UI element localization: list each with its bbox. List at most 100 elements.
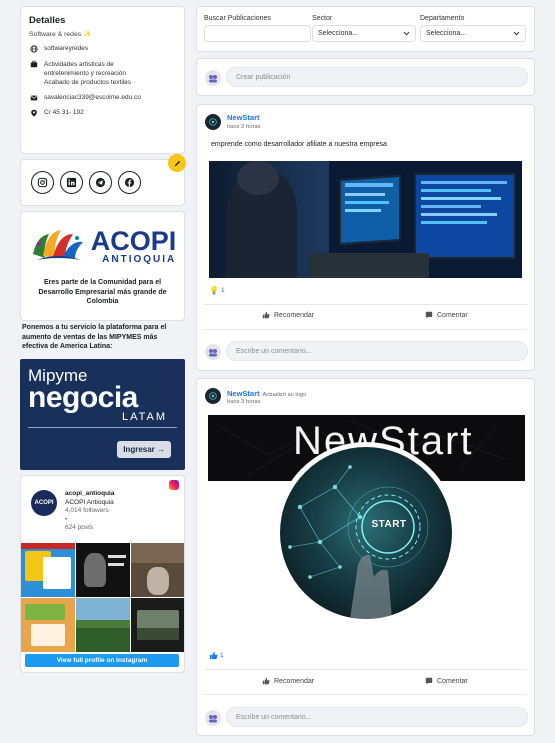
profile-logo-frame[interactable]: START [275,442,457,624]
acopi-banner[interactable]: ACOPI ANTIOQUIA Eres parte de la Comunid… [20,211,185,321]
divider [204,669,527,670]
briefcase-icon [29,60,39,68]
sector-select[interactable]: Selecciona... [312,25,416,42]
department-select[interactable]: Selecciona... [420,25,526,42]
network-graphic-icon [288,465,429,619]
comment-button[interactable]: Comentar [425,677,468,685]
search-label: Buscar Publicaciones [204,15,271,22]
linkedin-button[interactable] [60,171,83,194]
filters-bar: Buscar Publicaciones Sector Selecciona..… [196,6,535,52]
details-title: Detalles [29,15,66,26]
instagram-logo-icon[interactable] [169,480,179,490]
chevron-down-icon [513,31,520,36]
reaction-count: 1 [220,652,224,659]
comment-button[interactable]: Comentar [425,311,468,319]
comment-icon [425,677,433,685]
facebook-icon [124,177,135,188]
search-publications-input[interactable] [204,25,311,42]
sector-select-value: Selecciona... [318,30,359,37]
view-instagram-profile-button[interactable]: View full profile on Instagram [25,654,179,667]
instagram-handle[interactable]: acopi_antioquia [65,490,114,499]
current-user-avatar [205,710,221,726]
instagram-icon [37,177,48,188]
email-text: savalenciac339@escolme.edu.co [44,94,141,101]
website-text[interactable]: softwareyredes [44,45,88,52]
comment-label: Comentar [437,677,468,685]
post-timestamp: hace 3 horas [227,399,261,405]
post-image[interactable] [209,161,522,278]
promo-line-1: Ponemos a tu servicio la plataforma para… [22,324,167,331]
newstart-logo-icon [209,118,217,126]
department-label: Departamento [420,15,465,22]
user-avatar-icon [209,715,217,723]
email-row: savalenciac339@escolme.edu.co [29,94,176,102]
reaction-summary[interactable]: 💡 1 [209,286,225,295]
acopi-region: ANTIOQUIA [102,253,177,265]
globe-icon [29,45,39,53]
user-avatar-icon [209,75,217,83]
instagram-name: ACOPI Antioquia [65,498,114,506]
comment-input[interactable]: Escribe un comentario... [226,707,528,727]
sector-label: Sector [312,15,333,22]
post-card: NewStart Actualizó su logo hace 3 horas N… [196,378,535,736]
acopi-logo: ACOPI ANTIOQUIA [21,222,184,270]
acopi-emblem-icon [32,230,83,260]
reaction-count: 1 [220,287,225,294]
website-row: softwareyredes [29,45,176,53]
post-author-name[interactable]: NewStart [227,113,260,122]
edit-profile-button[interactable] [168,154,186,172]
acopi-caption-line-1: Eres parte de la Comunidad para el [43,279,162,286]
recommend-label: Recomendar [274,677,315,685]
instagram-photo[interactable] [21,597,75,652]
post-author-avatar[interactable] [205,114,221,130]
comment-icon [425,311,433,319]
mipyme-line-2: negocia [28,381,138,414]
envelope-icon [29,94,39,102]
acopi-caption-line-3: Colombia [86,298,119,305]
telegram-button[interactable] [89,171,112,194]
instagram-photo[interactable] [131,542,184,597]
instagram-separator: • [65,515,68,523]
recommend-button[interactable]: Recomendar [262,311,314,319]
create-post-card: Crear publicación [196,58,535,96]
thumbs-up-icon [262,677,270,685]
facebook-button[interactable] [118,171,141,194]
instagram-avatar[interactable]: ACOPI [31,490,57,516]
post-author-avatar[interactable] [205,388,221,404]
create-post-input[interactable]: Crear publicación [226,67,528,87]
instagram-photo[interactable] [131,597,184,652]
acopi-name: ACOPI [90,225,177,256]
acopi-caption: Eres parte de la Comunidad para el Desar… [21,278,184,307]
user-avatar-icon [209,349,217,357]
instagram-photo[interactable] [76,542,130,597]
social-links-card [20,159,185,206]
post-text: emprende como desarrollador afiliate a n… [211,141,387,148]
post-card: NewStart hace 2 horas emprende como desa… [196,104,535,371]
divider [204,304,527,305]
activity-line-3: Acabado de productos textiles [44,79,132,86]
chevron-down-icon [403,31,410,36]
pencil-icon [174,160,180,166]
recommend-label: Recomendar [274,311,315,319]
ingresar-button[interactable]: Ingresar → [117,441,171,458]
instagram-photo[interactable] [21,542,75,597]
department-select-value: Selecciona... [426,30,467,37]
telegram-icon [95,177,106,188]
instagram-photo[interactable] [76,597,130,652]
current-user-avatar [205,70,221,86]
comment-input[interactable]: Escribe un comentario... [226,341,528,361]
mipyme-negocia-banner[interactable]: Mipyme negocia LATAM Ingresar → [20,359,185,470]
divider [204,694,527,695]
mipyme-divider [28,427,177,428]
acopi-caption-line-2: Desarrollo Empresarial más grande de [38,288,167,296]
post-author-name[interactable]: NewStart [227,389,260,398]
current-user-avatar [205,344,221,360]
promo-line-2: aumento de ventas de las MIPYMES más [22,333,158,341]
thumbs-up-icon [209,651,218,660]
instagram-button[interactable] [31,171,54,194]
reaction-summary[interactable]: 1 [209,651,224,660]
instagram-followers: 4,014 followers [65,507,109,514]
recommend-button[interactable]: Recomendar [262,677,314,685]
divider [204,329,527,330]
activity-line-2: entretenimiento y recreación [44,70,127,77]
